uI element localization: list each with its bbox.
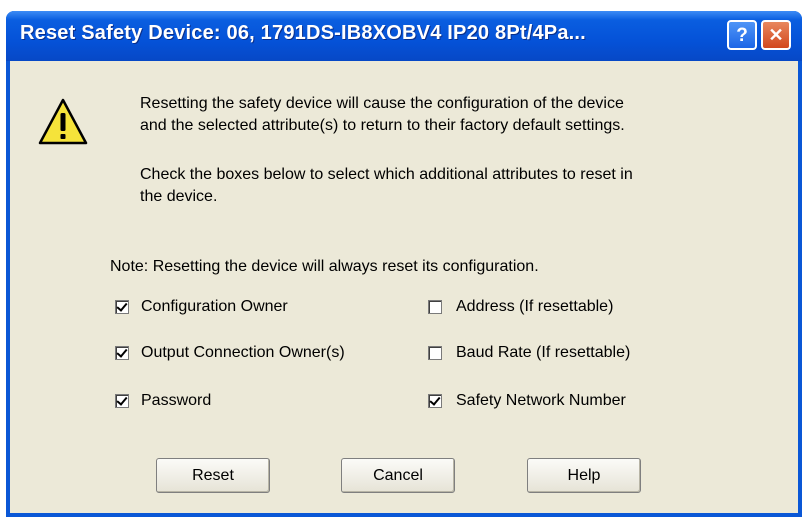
safety-network-number-label[interactable]: Safety Network Number — [456, 390, 626, 411]
address-checkbox[interactable] — [428, 300, 442, 314]
cancel-button-label: Cancel — [373, 466, 423, 484]
title-close-button[interactable]: ✕ — [761, 20, 791, 50]
instruction-text-line-2: the device. — [140, 188, 218, 205]
reset-button-label: Reset — [192, 466, 234, 484]
safety-network-number-checkbox[interactable] — [428, 394, 442, 408]
warning-text-line-2: and the selected attribute(s) to return … — [140, 117, 625, 134]
address-label[interactable]: Address (If resettable) — [456, 296, 613, 317]
output-connection-owner-checkbox[interactable] — [115, 346, 129, 360]
close-icon: ✕ — [768, 25, 784, 45]
reset-safety-device-dialog: Reset Safety Device: 06, 1791DS-IB8XOBV4… — [6, 11, 802, 517]
instruction-text-line-1: Check the boxes below to select which ad… — [140, 166, 633, 183]
password-label[interactable]: Password — [141, 390, 211, 411]
help-button-label: Help — [567, 466, 601, 484]
configuration-owner-label[interactable]: Configuration Owner — [141, 296, 288, 317]
help-button[interactable]: Help — [527, 458, 641, 493]
baud-rate-checkbox[interactable] — [428, 346, 442, 360]
warning-icon — [38, 98, 88, 145]
output-connection-owner-label[interactable]: Output Connection Owner(s) — [141, 342, 345, 363]
question-mark-icon: ? — [736, 24, 748, 46]
dialog-title: Reset Safety Device: 06, 1791DS-IB8XOBV4… — [20, 22, 586, 44]
reset-button[interactable]: Reset — [156, 458, 270, 493]
configuration-owner-checkbox[interactable] — [115, 300, 129, 314]
dialog-body: Resetting the safety device will cause t… — [10, 61, 798, 513]
warning-text-line-1: Resetting the safety device will cause t… — [140, 95, 624, 112]
baud-rate-label[interactable]: Baud Rate (If resettable) — [456, 342, 630, 363]
title-help-button[interactable]: ? — [727, 20, 757, 50]
password-checkbox[interactable] — [115, 394, 129, 408]
note-text: Note: Resetting the device will always r… — [110, 258, 539, 275]
cancel-button[interactable]: Cancel — [341, 458, 455, 493]
title-bar[interactable]: Reset Safety Device: 06, 1791DS-IB8XOBV4… — [6, 11, 802, 61]
